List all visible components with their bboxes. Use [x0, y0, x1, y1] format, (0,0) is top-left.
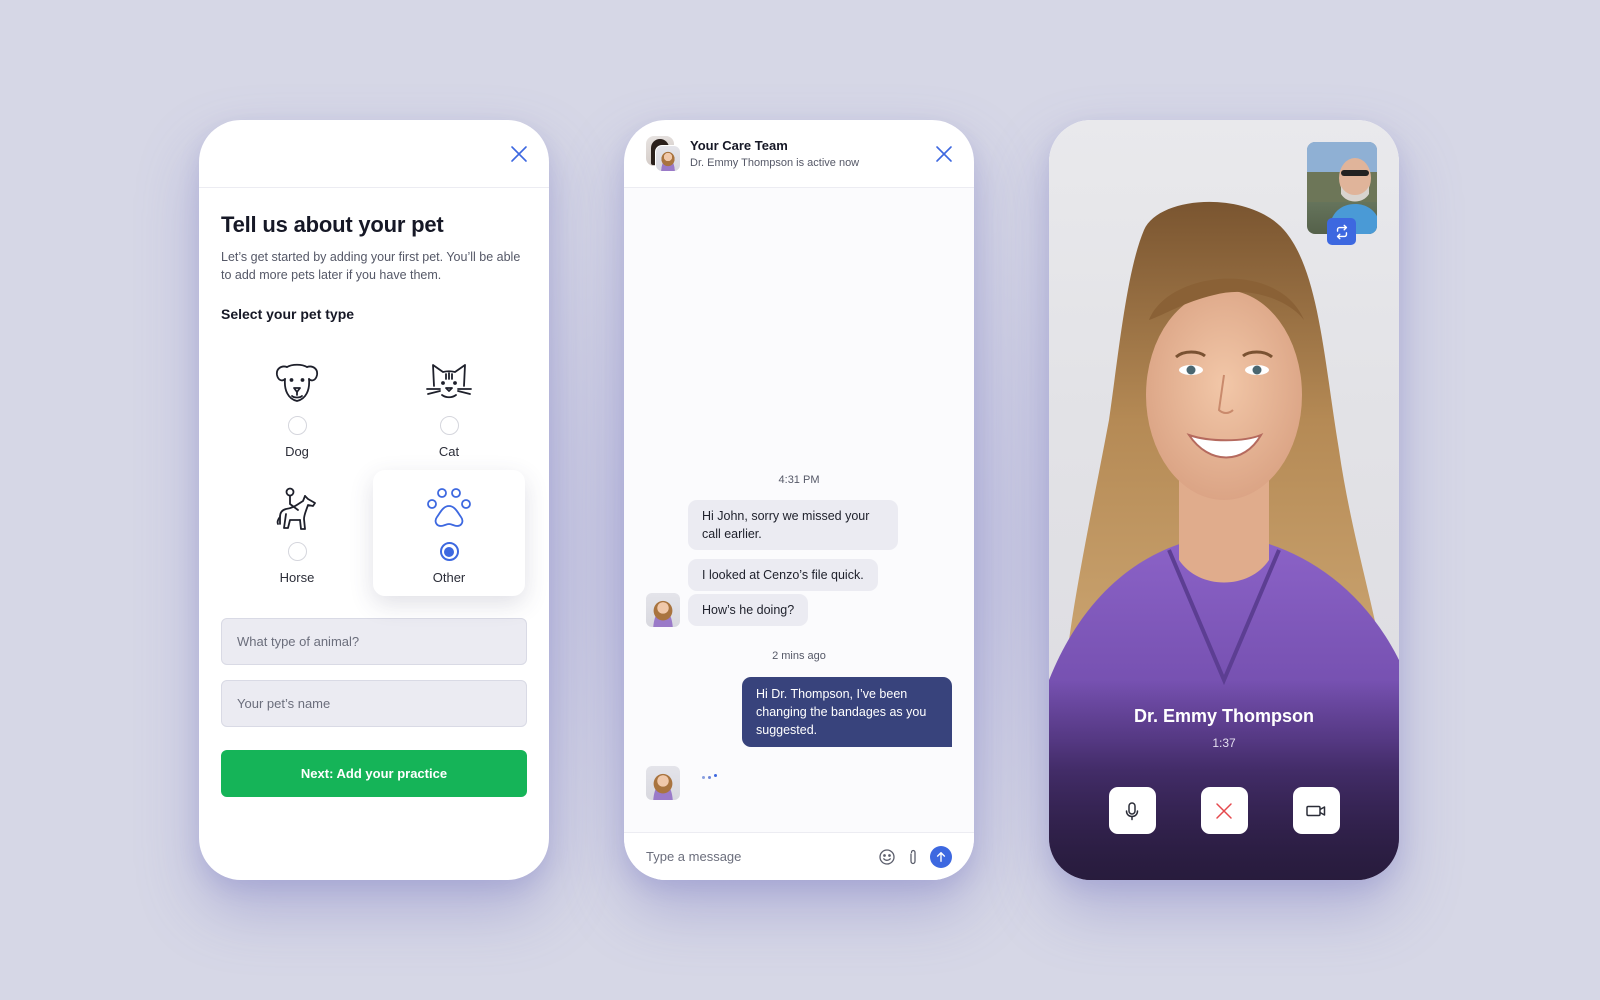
paw-icon: [424, 484, 474, 534]
page-title: Tell us about your pet: [221, 212, 444, 237]
message-input[interactable]: [646, 849, 870, 864]
call-duration: 1:37: [1212, 736, 1236, 750]
message-composer: [624, 832, 974, 880]
radio-horse[interactable]: [287, 542, 307, 561]
call-controls: [1049, 787, 1399, 834]
chat-header: Your Care Team Dr. Emmy Thompson is acti…: [624, 120, 974, 188]
attach-button[interactable]: [904, 848, 922, 866]
close-button[interactable]: [509, 144, 529, 164]
close-icon: [511, 146, 527, 162]
pet-label-other: Other: [432, 570, 466, 585]
onboarding-screen: Tell us about your pet Let’s get started…: [199, 120, 549, 880]
pet-option-horse[interactable]: Horse: [221, 470, 373, 596]
video-call-screen: Dr. Emmy Thompson 1:37: [1049, 120, 1399, 880]
pet-label-dog: Dog: [285, 444, 309, 459]
horse-rider-icon: [272, 484, 322, 534]
pet-label-horse: Horse: [279, 570, 315, 585]
close-button[interactable]: [934, 144, 954, 164]
message-bubble: I looked at Cenzo’s file quick.: [688, 559, 878, 591]
dog-icon: [272, 358, 322, 408]
message-list: 4:31 PM Hi John, sorry we missed your ca…: [624, 188, 974, 832]
video-camera-icon: [1306, 805, 1326, 816]
cat-icon: [424, 358, 474, 408]
my-message-bubble: Hi Dr. Thompson, I’ve been changing the …: [742, 677, 952, 747]
doctor-avatar: [646, 593, 680, 627]
pet-option-dog[interactable]: Dog: [221, 344, 373, 470]
radio-cat[interactable]: [439, 416, 459, 435]
section-label: Select your pet type: [221, 306, 355, 322]
mute-button[interactable]: [1108, 787, 1156, 834]
message-bubble: Hi John, sorry we missed your call earli…: [688, 500, 898, 550]
animal-type-input[interactable]: [221, 618, 527, 665]
chat-title: Your Care Team: [690, 138, 788, 153]
microphone-icon: [1125, 801, 1139, 820]
camera-button[interactable]: [1292, 787, 1340, 834]
timestamp: 2 mins ago: [772, 650, 826, 662]
arrow-up-icon: [936, 851, 946, 862]
message-bubble: How’s he doing?: [688, 594, 809, 626]
emoji-button[interactable]: [878, 848, 896, 866]
send-button[interactable]: [930, 845, 952, 868]
end-call-icon: [1216, 802, 1232, 819]
next-button[interactable]: Next: Add your practice: [221, 750, 527, 797]
switch-camera-button[interactable]: [1327, 218, 1356, 245]
paperclip-icon: [910, 849, 916, 864]
pet-name-input[interactable]: [221, 680, 527, 727]
emoji-icon: [879, 848, 895, 865]
chat-screen: Your Care Team Dr. Emmy Thompson is acti…: [624, 120, 974, 880]
pet-type-selector: Dog Cat Horse Other: [221, 344, 527, 596]
pet-option-cat[interactable]: Cat: [373, 344, 525, 470]
pet-label-cat: Cat: [438, 444, 460, 459]
pet-option-other[interactable]: Other: [373, 470, 525, 596]
timestamp: 4:31 PM: [778, 474, 820, 486]
care-team-avatar: [646, 135, 682, 172]
end-call-button[interactable]: [1200, 787, 1248, 834]
radio-dog[interactable]: [287, 416, 307, 435]
doctor-avatar: [646, 766, 680, 800]
caller-name: Dr. Emmy Thompson: [1133, 706, 1315, 726]
close-icon: [936, 146, 952, 162]
chat-status: Dr. Emmy Thompson is active now: [690, 157, 860, 169]
doctor-avatar: [655, 144, 681, 172]
switch-camera-icon: [1336, 224, 1347, 239]
page-subtitle: Let’s get started by adding your first p…: [221, 250, 521, 282]
typing-indicator: [702, 774, 717, 779]
onboarding-header: [199, 120, 549, 188]
radio-other[interactable]: [439, 542, 459, 561]
